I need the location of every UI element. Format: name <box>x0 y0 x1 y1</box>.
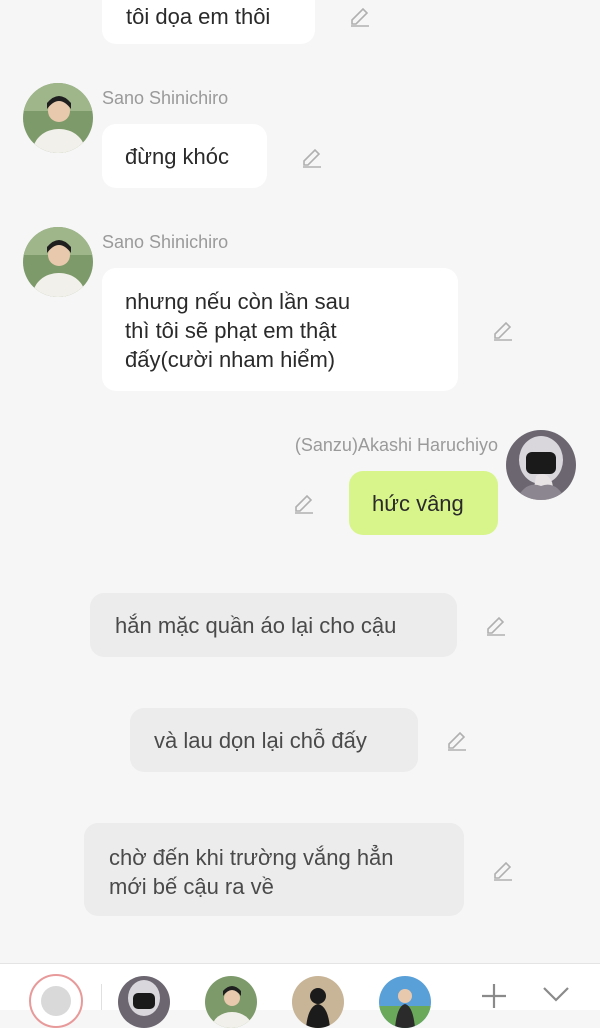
chat-bubble-icon <box>41 986 71 1016</box>
divider <box>101 984 102 1010</box>
message-text-line: nhưng nếu còn lần sau <box>125 289 351 314</box>
sender-name: Sano Shinichiro <box>102 88 229 108</box>
narration-toggle-button[interactable] <box>29 974 83 1028</box>
message-text: tôi dọa em thôi <box>126 4 271 29</box>
pencil-edit-icon[interactable] <box>484 613 508 637</box>
message-bubble-partial: tôi dọa em thôi <box>102 0 315 44</box>
narration-text-line: chờ đến khi trường vắng hẳn <box>109 845 394 870</box>
character-avatar-akashi-haruchiyo[interactable] <box>118 976 170 1028</box>
sender-name: (Sanzu)Akashi Haruchiyo <box>294 435 498 455</box>
pencil-edit-icon[interactable] <box>491 858 515 882</box>
pencil-edit-icon[interactable] <box>348 4 372 28</box>
plus-icon[interactable] <box>479 981 509 1011</box>
message-bubble: đừng khóc <box>102 124 267 188</box>
narration-bubble: chờ đến khi trường vắng hẳn mới bế cậu r… <box>84 823 464 916</box>
avatar-akashi-haruchiyo[interactable] <box>506 430 576 500</box>
narration-bubble: hắn mặc quần áo lại cho cậu <box>90 593 457 657</box>
narration-text: hắn mặc quần áo lại cho cậu <box>115 613 397 638</box>
narration-text: và lau dọn lại chỗ đấy <box>154 728 367 753</box>
pencil-edit-icon[interactable] <box>300 145 324 169</box>
pencil-edit-icon[interactable] <box>292 491 316 515</box>
pencil-edit-icon[interactable] <box>491 318 515 342</box>
message-text: hức vâng <box>372 491 464 516</box>
message-bubble-me: hức vâng <box>349 471 498 535</box>
pencil-edit-icon[interactable] <box>445 728 469 752</box>
character-selector-bar <box>0 963 600 1028</box>
character-avatar-sano-shinichiro[interactable] <box>205 976 257 1028</box>
message-bubble: nhưng nếu còn lần sau thì tôi sẽ phạt em… <box>102 268 458 391</box>
message-text-line: đấy(cười nham hiểm) <box>125 347 336 372</box>
character-avatar-outdoor[interactable] <box>379 976 431 1028</box>
narration-bubble: và lau dọn lại chỗ đấy <box>130 708 418 772</box>
message-text-line: thì tôi sẽ phạt em thật <box>125 318 337 343</box>
message-text: đừng khóc <box>125 144 230 169</box>
narration-text-line: mới bế cậu ra về <box>109 874 274 899</box>
avatar-sano-shinichiro[interactable] <box>23 227 93 297</box>
character-avatar-silhouette[interactable] <box>292 976 344 1028</box>
sender-name: Sano Shinichiro <box>102 232 229 252</box>
avatar-sano-shinichiro[interactable] <box>23 83 93 153</box>
chevron-down-icon[interactable] <box>541 984 571 1004</box>
